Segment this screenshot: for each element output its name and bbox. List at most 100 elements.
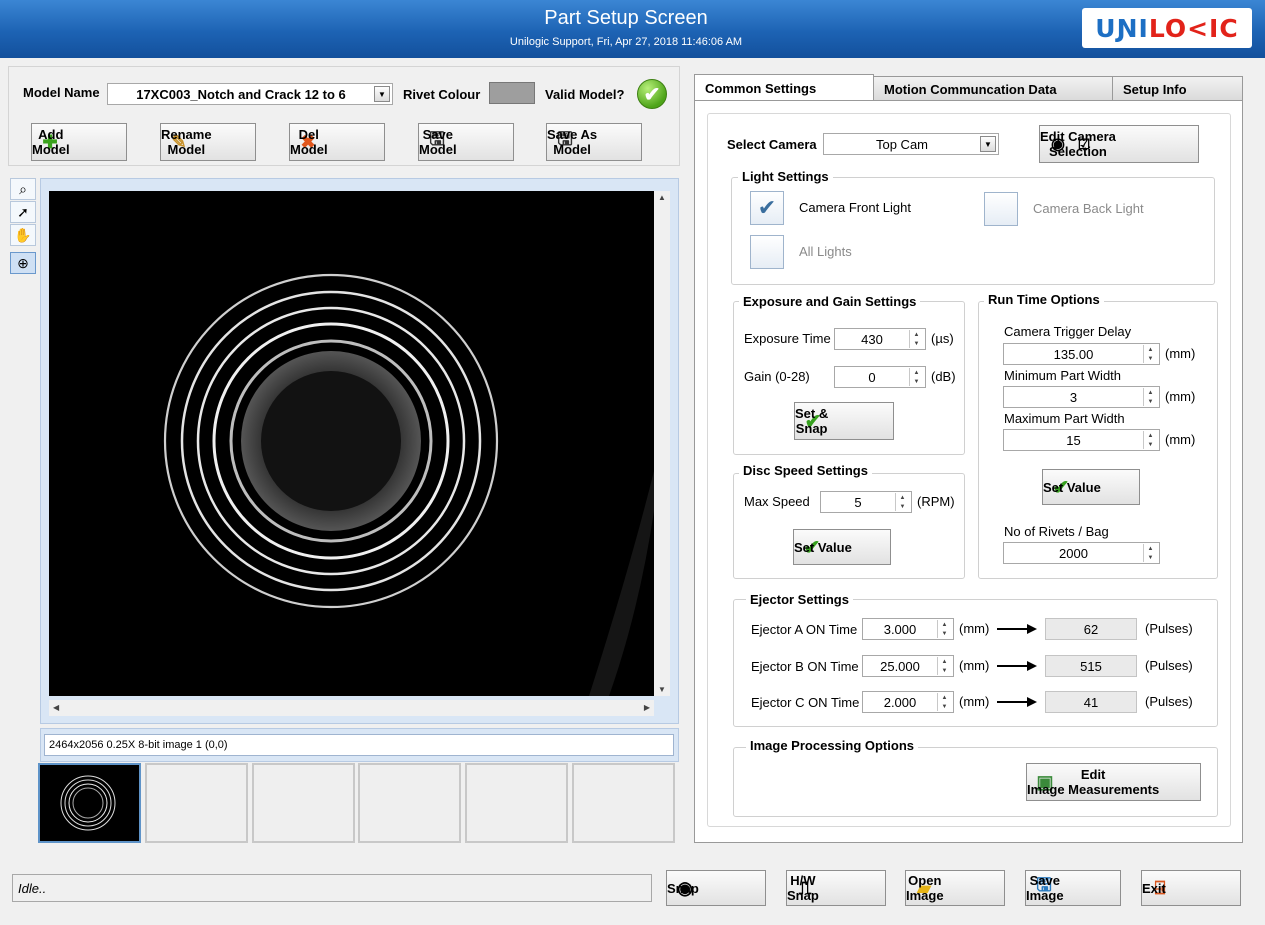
save-image-button[interactable]: 🖫 Save Image (1025, 870, 1121, 906)
spinner-arrows-icon[interactable]: ▲ ▼ (1143, 388, 1157, 406)
ejector-b-pulses-unit: (Pulses) (1145, 658, 1193, 673)
min-width-input[interactable]: 3 ▲ ▼ (1003, 386, 1160, 408)
vertical-scrollbar[interactable]: ▲ ▼ (654, 191, 670, 696)
exit-button[interactable]: ⍈ Exit (1141, 870, 1241, 906)
save-model-label: Save Model (419, 127, 457, 157)
spinner-arrows-icon[interactable]: ▲ ▼ (937, 620, 951, 638)
edit-camera-label: Edit Camera Selection (1040, 129, 1116, 159)
zoom-fit-tool-icon[interactable]: ⊕ (10, 252, 36, 274)
all-lights-label: All Lights (799, 244, 852, 259)
exposure-time-value: 430 (861, 331, 883, 347)
tab-setup-info[interactable]: Setup Info (1112, 76, 1243, 102)
save-image-label: Save Image (1026, 873, 1064, 903)
delete-model-button[interactable]: ✖ Del Model (289, 123, 385, 161)
spinner-arrows-icon[interactable]: ▲ ▼ (937, 693, 951, 711)
trigger-delay-input[interactable]: 135.00 ▲ ▼ (1003, 343, 1160, 365)
title-bar: Part Setup Screen Unilogic Support, Fri,… (0, 0, 1265, 58)
select-camera-label: Select Camera (727, 137, 817, 152)
rivet-colour-swatch[interactable] (489, 82, 535, 104)
chevron-down-icon: ▼ (980, 136, 996, 152)
gain-input[interactable]: 0 ▲ ▼ (834, 366, 926, 388)
zoom-tool-icon[interactable]: ⌕ (10, 178, 36, 200)
thumbnail-4[interactable] (358, 763, 461, 843)
runtime-set-value-button[interactable]: ✔ Set Value (1042, 469, 1140, 505)
thumbnail-1[interactable] (38, 763, 141, 843)
disc-set-value-label: Set Value (794, 539, 852, 555)
save-model-button[interactable]: 🖫 Save Model (418, 123, 514, 161)
spinner-arrows-icon[interactable]: ▲ ▼ (1143, 544, 1157, 562)
spinner-arrows-icon[interactable]: ▲ ▼ (937, 657, 951, 675)
gain-label: Gain (0-28) (744, 369, 810, 384)
main-area: Model Name 17XC003_Notch and Crack 12 to… (0, 58, 1265, 925)
spinner-arrows-icon[interactable]: ▲ ▼ (909, 368, 923, 386)
tab-motion-communication[interactable]: Motion Communcation Data (873, 76, 1113, 102)
rivet-image (163, 273, 654, 696)
spinner-arrows-icon[interactable]: ▲ ▼ (909, 330, 923, 348)
ejector-c-pulses: 41 (1045, 691, 1137, 713)
camera-image[interactable] (49, 191, 654, 696)
light-settings-title: Light Settings (738, 169, 833, 184)
thumbnail-3[interactable] (252, 763, 355, 843)
spinner-arrows-icon[interactable]: ▲ ▼ (895, 493, 909, 511)
rivet-colour-label: Rivet Colour (403, 87, 481, 102)
thumbnail-5[interactable] (465, 763, 568, 843)
snap-label: Snap (667, 880, 699, 896)
ejector-a-label: Ejector A ON Time (751, 622, 858, 637)
spinner-arrows-icon[interactable]: ▲ ▼ (1143, 431, 1157, 449)
exposure-time-input[interactable]: 430 ▲ ▼ (834, 328, 926, 350)
pointer-tool-icon[interactable]: ➚ (10, 201, 36, 223)
delete-model-label: Del Model (290, 127, 328, 157)
ejector-b-unit: (mm) (959, 658, 990, 673)
disc-speed-title: Disc Speed Settings (739, 463, 872, 478)
thumbnail-strip (38, 763, 679, 843)
gain-value: 0 (868, 369, 876, 385)
edit-image-measurements-button[interactable]: ▣ Edit Image Measurements (1026, 763, 1201, 801)
open-image-button[interactable]: ▰ Open Image (905, 870, 1005, 906)
exposure-unit: (µs) (931, 331, 954, 346)
set-and-snap-label: Set & Snap (795, 406, 829, 436)
camera-select[interactable]: Top Cam ▼ (823, 133, 999, 155)
rename-model-button[interactable]: ✎ Rename Model (160, 123, 256, 161)
max-width-input[interactable]: 15 ▲ ▼ (1003, 429, 1160, 451)
save-as-model-button[interactable]: 🖫 Save As Model (546, 123, 642, 161)
rename-model-label: Rename Model (161, 127, 212, 157)
rivets-per-bag-input[interactable]: 2000 ▲ ▼ (1003, 542, 1160, 564)
viewer-toolbar: ⌕ ➚ ✋ ⊕ (10, 178, 38, 274)
add-model-button[interactable]: ✚ Add Model (31, 123, 127, 161)
add-model-label: Add Model (32, 127, 70, 157)
snap-button[interactable]: ◉ Snap (666, 870, 766, 906)
tab-common-settings[interactable]: Common Settings (694, 74, 874, 102)
camera-select-value: Top Cam (875, 136, 929, 152)
horizontal-scrollbar[interactable]: ◀ ▶ (49, 700, 654, 716)
edit-camera-selection-button[interactable]: ◉ ☑ Edit Camera Selection (1039, 125, 1199, 163)
ejector-c-input[interactable]: 2.000 ▲ ▼ (862, 691, 954, 713)
thumbnail-6[interactable] (572, 763, 675, 843)
page-title: Part Setup Screen (544, 7, 708, 29)
set-and-snap-button[interactable]: ✔ Set & Snap (794, 402, 894, 440)
back-light-label: Camera Back Light (1033, 201, 1144, 216)
spinner-arrows-icon[interactable]: ▲ ▼ (1143, 345, 1157, 363)
ejector-b-input[interactable]: 25.000 ▲ ▼ (862, 655, 954, 677)
arrow-right-icon (997, 624, 1037, 634)
disc-set-value-button[interactable]: ✔ Set Value (793, 529, 891, 565)
max-speed-input[interactable]: 5 ▲ ▼ (820, 491, 912, 513)
ejector-a-input[interactable]: 3.000 ▲ ▼ (862, 618, 954, 640)
thumbnail-2[interactable] (145, 763, 248, 843)
back-light-checkbox[interactable] (984, 192, 1018, 226)
ejector-settings-title: Ejector Settings (746, 592, 853, 607)
arrow-right-icon (997, 661, 1037, 671)
front-light-checkbox[interactable]: ✔ (750, 191, 784, 225)
trigger-delay-unit: (mm) (1165, 346, 1196, 361)
hw-snap-button[interactable]: ⎍ H/W Snap (786, 870, 886, 906)
all-lights-checkbox[interactable] (750, 235, 784, 269)
ejector-c-pulses-unit: (Pulses) (1145, 694, 1193, 709)
rivets-per-bag-value: 2000 (1059, 545, 1088, 561)
exit-label: Exit (1142, 880, 1166, 896)
ejector-b-value: 25.000 (880, 658, 920, 674)
common-settings-panel: Select Camera Top Cam ▼ ◉ ☑ Edit Camera … (694, 100, 1243, 843)
pan-hand-tool-icon[interactable]: ✋ (10, 224, 36, 246)
arrow-right-icon (997, 697, 1037, 707)
model-name-label: Model Name (23, 85, 100, 100)
model-name-select[interactable]: 17XC003_Notch and Crack 12 to 6 ▼ (107, 83, 393, 105)
model-name-value: 17XC003_Notch and Crack 12 to 6 (136, 86, 346, 102)
